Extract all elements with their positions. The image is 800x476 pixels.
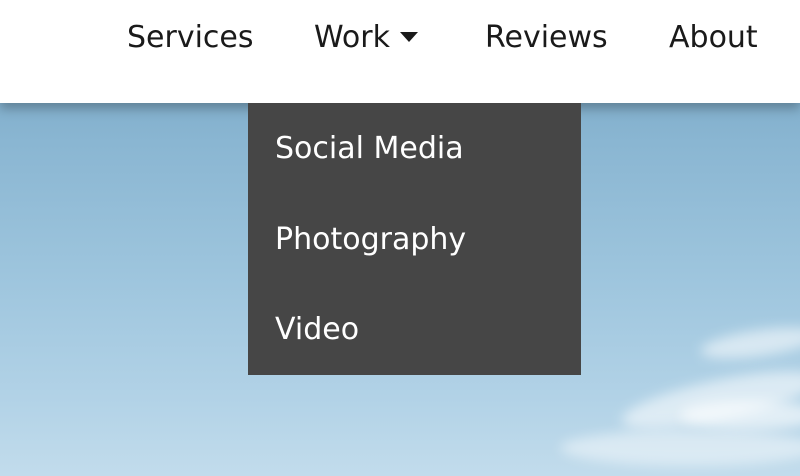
- nav-work-menu[interactable]: Work: [314, 18, 418, 58]
- top-navbar: Services Work Reviews About: [0, 0, 800, 103]
- dropdown-item-photography[interactable]: Photography: [275, 220, 466, 260]
- caret-down-icon: [399, 31, 418, 42]
- work-dropdown-menu: Social Media Photography Video: [248, 103, 581, 375]
- cloud: [698, 321, 800, 365]
- cloud: [560, 430, 800, 466]
- nav-about-link[interactable]: About: [669, 18, 758, 58]
- cloud: [680, 400, 800, 430]
- dropdown-item-social-media[interactable]: Social Media: [275, 129, 464, 169]
- page: Services Work Reviews About Social Media…: [0, 0, 800, 476]
- nav-services-link[interactable]: Services: [127, 18, 254, 58]
- dropdown-item-video[interactable]: Video: [275, 310, 359, 350]
- nav-reviews-link[interactable]: Reviews: [485, 18, 608, 58]
- nav-work-label: Work: [314, 20, 390, 55]
